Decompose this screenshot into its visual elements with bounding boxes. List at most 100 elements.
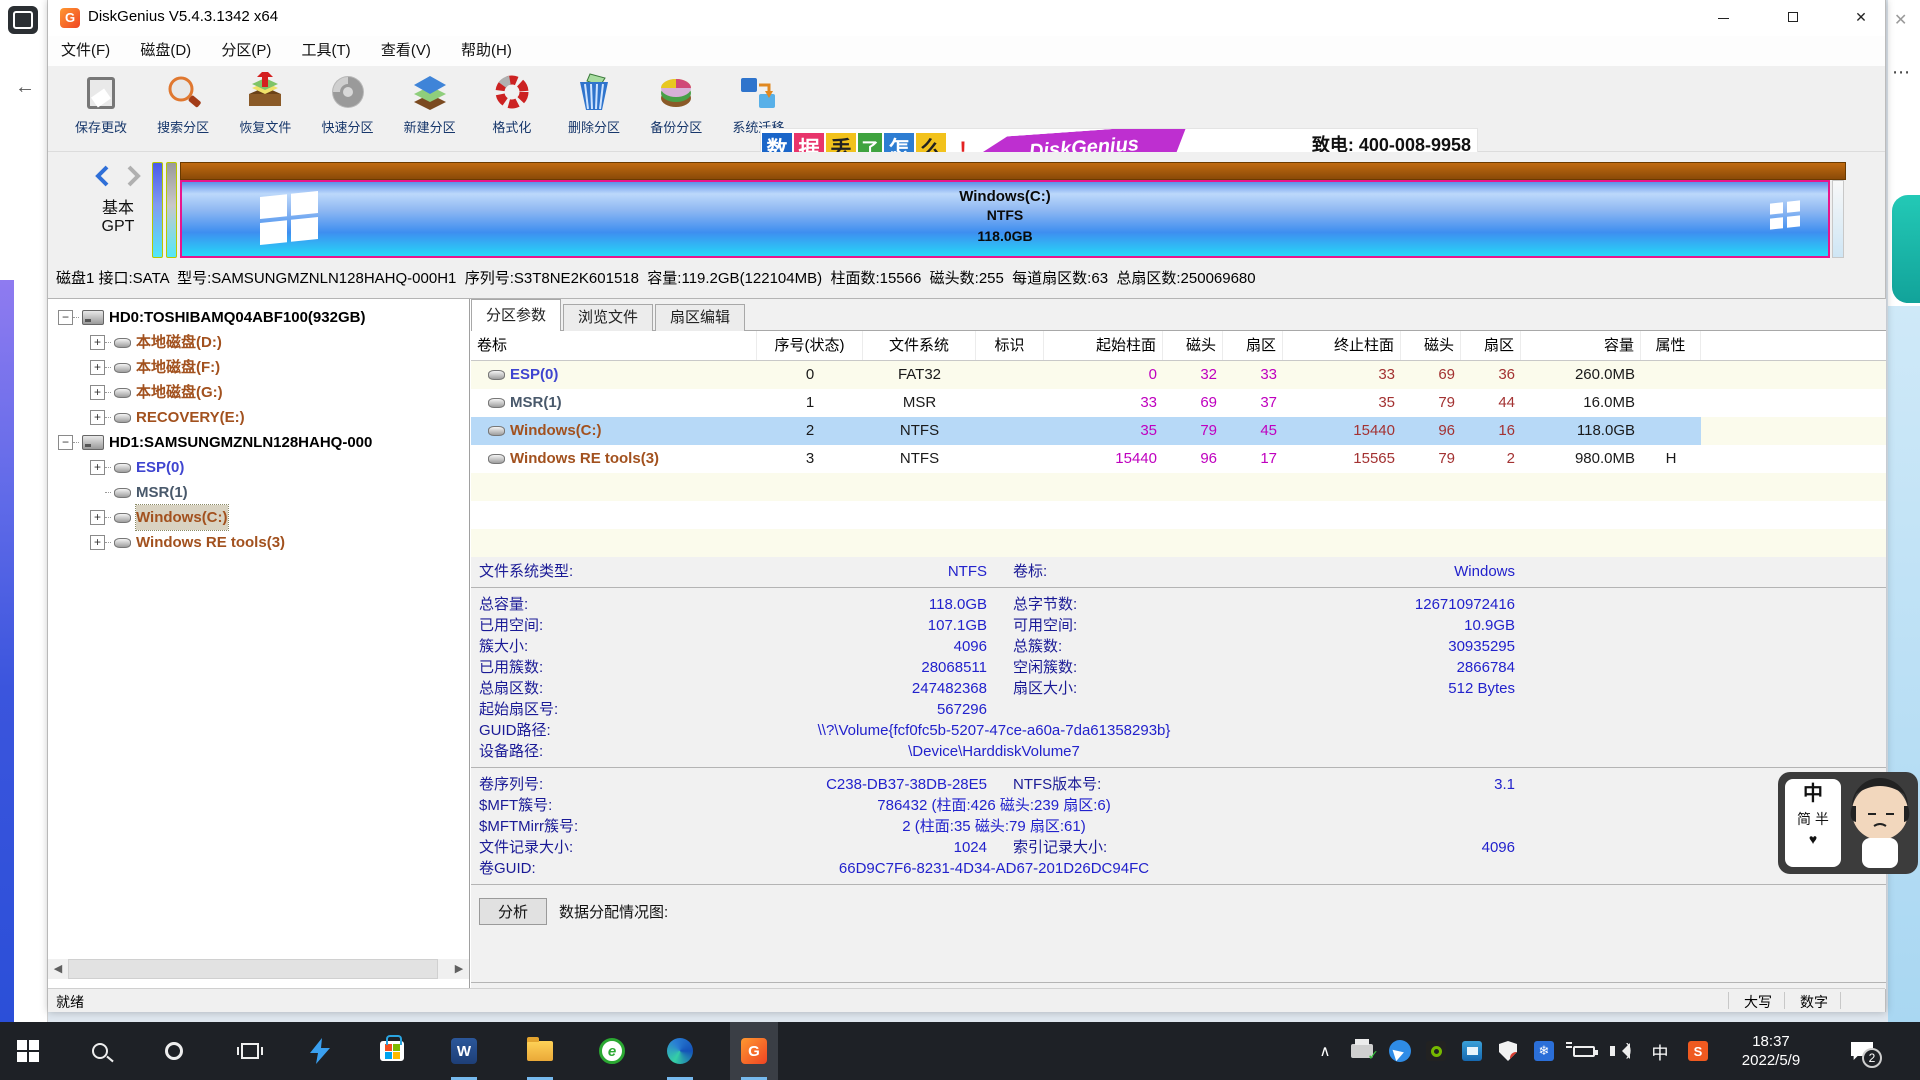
- printer-tray-icon[interactable]: [1344, 1022, 1380, 1080]
- nvidia-tray-icon[interactable]: [1418, 1022, 1454, 1080]
- start-button[interactable]: [4, 1022, 52, 1080]
- column-header[interactable]: 扇区: [1461, 331, 1521, 360]
- tree-item--g-[interactable]: +本地磁盘(G:): [48, 380, 469, 405]
- partition-bar-esp[interactable]: [152, 162, 163, 258]
- collapse-icon[interactable]: −: [58, 435, 73, 450]
- sogou-ime-widget[interactable]: 中 简 半 ♥: [1778, 772, 1918, 874]
- ime-status-card[interactable]: 中 简 半 ♥: [1785, 779, 1841, 867]
- column-header[interactable]: 序号(状态): [757, 331, 863, 360]
- expand-icon[interactable]: +: [90, 535, 105, 550]
- table-row-msr-1-[interactable]: MSR(1)1MSR33693735794416.0MB: [471, 389, 1886, 417]
- close-button[interactable]: ✕: [1832, 0, 1890, 36]
- scrollbar-thumb[interactable]: [68, 959, 438, 979]
- cortana-button[interactable]: [150, 1022, 198, 1080]
- column-header[interactable]: 起始柱面: [1044, 331, 1163, 360]
- column-header[interactable]: 容量: [1521, 331, 1641, 360]
- spacer: [987, 837, 1013, 858]
- defender-tray-icon[interactable]: [1490, 1022, 1526, 1080]
- collapse-icon[interactable]: −: [58, 310, 73, 325]
- new-partition-button[interactable]: 新建分区: [391, 68, 469, 150]
- column-header[interactable]: 卷标: [471, 331, 757, 360]
- taskbar-app-edge[interactable]: [656, 1022, 704, 1080]
- scroll-left-icon[interactable]: ◀: [48, 959, 68, 979]
- tree-item-windows-re-tools-3-[interactable]: +Windows RE tools(3): [48, 530, 469, 555]
- delete-partition-button[interactable]: 删除分区: [555, 68, 633, 150]
- menu-tools[interactable]: 工具(T): [289, 36, 364, 66]
- task-view-button[interactable]: [226, 1022, 274, 1080]
- taskbar-app-lightning[interactable]: [296, 1022, 344, 1080]
- cell: 96: [1401, 417, 1461, 445]
- menubar: 文件(F) 磁盘(D) 分区(P) 工具(T) 查看(V) 帮助(H): [48, 36, 1885, 66]
- tab-扇区编辑[interactable]: 扇区编辑: [655, 304, 745, 331]
- column-header[interactable]: 磁头: [1163, 331, 1223, 360]
- tab-浏览文件[interactable]: 浏览文件: [563, 304, 653, 331]
- menu-help[interactable]: 帮助(H): [448, 36, 525, 66]
- background-close-icon[interactable]: ✕: [1894, 10, 1907, 30]
- column-header[interactable]: 属性: [1641, 331, 1701, 360]
- tree-item-windows-c-[interactable]: +Windows(C:): [48, 505, 469, 530]
- tree-item-hd0-toshibamq04abf100-932gb-[interactable]: −HD0:TOSHIBAMQ04ABF100(932GB): [48, 305, 469, 330]
- taskbar-clock[interactable]: 18:37 2022/5/9: [1718, 1022, 1824, 1080]
- format-button[interactable]: 格式化: [473, 68, 551, 150]
- taskbar-app-ie-browser[interactable]: e: [588, 1022, 636, 1080]
- tree-horizontal-scrollbar[interactable]: ◀ ▶: [48, 959, 469, 979]
- tree-item--f-[interactable]: +本地磁盘(F:): [48, 355, 469, 380]
- save-changes-button[interactable]: 保存更改: [62, 68, 140, 150]
- cell: 2: [757, 417, 863, 445]
- expand-icon[interactable]: +: [90, 385, 105, 400]
- tab-分区参数[interactable]: 分区参数: [471, 299, 561, 331]
- battery-tray-icon[interactable]: [1564, 1022, 1604, 1080]
- maximize-button[interactable]: [1764, 0, 1822, 36]
- tray-expand-chevron[interactable]: ∧: [1308, 1022, 1342, 1080]
- menu-view[interactable]: 查看(V): [368, 36, 444, 66]
- tree-item-msr-1-[interactable]: MSR(1): [48, 480, 469, 505]
- volume-tray-icon[interactable]: [1604, 1022, 1640, 1080]
- quick-partition-button[interactable]: 快速分区: [309, 68, 387, 150]
- taskbar-app-diskgenius[interactable]: G: [730, 1022, 778, 1080]
- recover-files-button[interactable]: 恢复文件: [226, 68, 304, 150]
- expand-icon[interactable]: +: [90, 360, 105, 375]
- back-arrow-icon[interactable]: ←: [14, 76, 36, 98]
- tree-item--d-[interactable]: +本地磁盘(D:): [48, 330, 469, 355]
- backup-partition-button[interactable]: 备份分区: [637, 68, 715, 150]
- table-row-esp-0-[interactable]: ESP(0)0FAT3203233336936260.0MB: [471, 361, 1886, 389]
- partition-bar-msr[interactable]: [166, 162, 177, 258]
- expand-icon[interactable]: +: [90, 335, 105, 350]
- partition-bar-windows-c[interactable]: Windows(C:) NTFS 118.0GB: [180, 180, 1830, 258]
- column-header[interactable]: 标识: [976, 331, 1044, 360]
- more-menu-icon[interactable]: ⋯: [1892, 62, 1910, 83]
- column-header[interactable]: 文件系统: [863, 331, 976, 360]
- table-row-windows-re-tools-3-[interactable]: Windows RE tools(3)3NTFS1544096171556579…: [471, 445, 1886, 473]
- action-center-button[interactable]: 2: [1834, 1022, 1890, 1080]
- expand-icon[interactable]: +: [90, 410, 105, 425]
- menu-partition[interactable]: 分区(P): [208, 36, 284, 66]
- partition-bar-re-tools[interactable]: [1832, 180, 1844, 258]
- messenger-tray-icon[interactable]: [1382, 1022, 1418, 1080]
- ime-language-indicator[interactable]: 中: [1642, 1022, 1678, 1080]
- taskbar-app-word[interactable]: W: [440, 1022, 488, 1080]
- column-header[interactable]: 磁头: [1401, 331, 1461, 360]
- scroll-right-icon[interactable]: ▶: [449, 959, 469, 979]
- taskbar-app-store[interactable]: [368, 1022, 416, 1080]
- intel-graphics-tray-icon[interactable]: [1454, 1022, 1490, 1080]
- minimize-button[interactable]: [1694, 0, 1752, 36]
- tree-item-esp-0-[interactable]: +ESP(0): [48, 455, 469, 480]
- sogou-tray-icon[interactable]: S: [1680, 1022, 1716, 1080]
- column-header[interactable]: 终止柱面: [1283, 331, 1401, 360]
- menu-file[interactable]: 文件(F): [48, 36, 123, 66]
- column-header[interactable]: 扇区: [1223, 331, 1283, 360]
- expand-icon[interactable]: +: [90, 510, 105, 525]
- tree-item-hd1-samsungmznln128hahq-000[interactable]: −HD1:SAMSUNGMZNLN128HAHQ-000: [48, 430, 469, 455]
- volume-name-cell: MSR(1): [471, 389, 757, 417]
- taskbar-app-explorer[interactable]: [516, 1022, 564, 1080]
- table-row-windows-c-[interactable]: Windows(C:)2NTFS357945154409616118.0GB: [471, 417, 1886, 445]
- taskbar-search-button[interactable]: [76, 1022, 124, 1080]
- analyze-button[interactable]: 分析: [479, 898, 547, 925]
- expand-icon[interactable]: +: [90, 460, 105, 475]
- tree-item-recovery-e-[interactable]: +RECOVERY(E:): [48, 405, 469, 430]
- status-num-lock: 数字: [1792, 992, 1836, 1012]
- search-partition-button[interactable]: 搜索分区: [144, 68, 222, 150]
- disk-nav-arrows[interactable]: [78, 164, 158, 188]
- menu-disk[interactable]: 磁盘(D): [127, 36, 204, 66]
- snowflake-tray-icon[interactable]: ❄: [1526, 1022, 1562, 1080]
